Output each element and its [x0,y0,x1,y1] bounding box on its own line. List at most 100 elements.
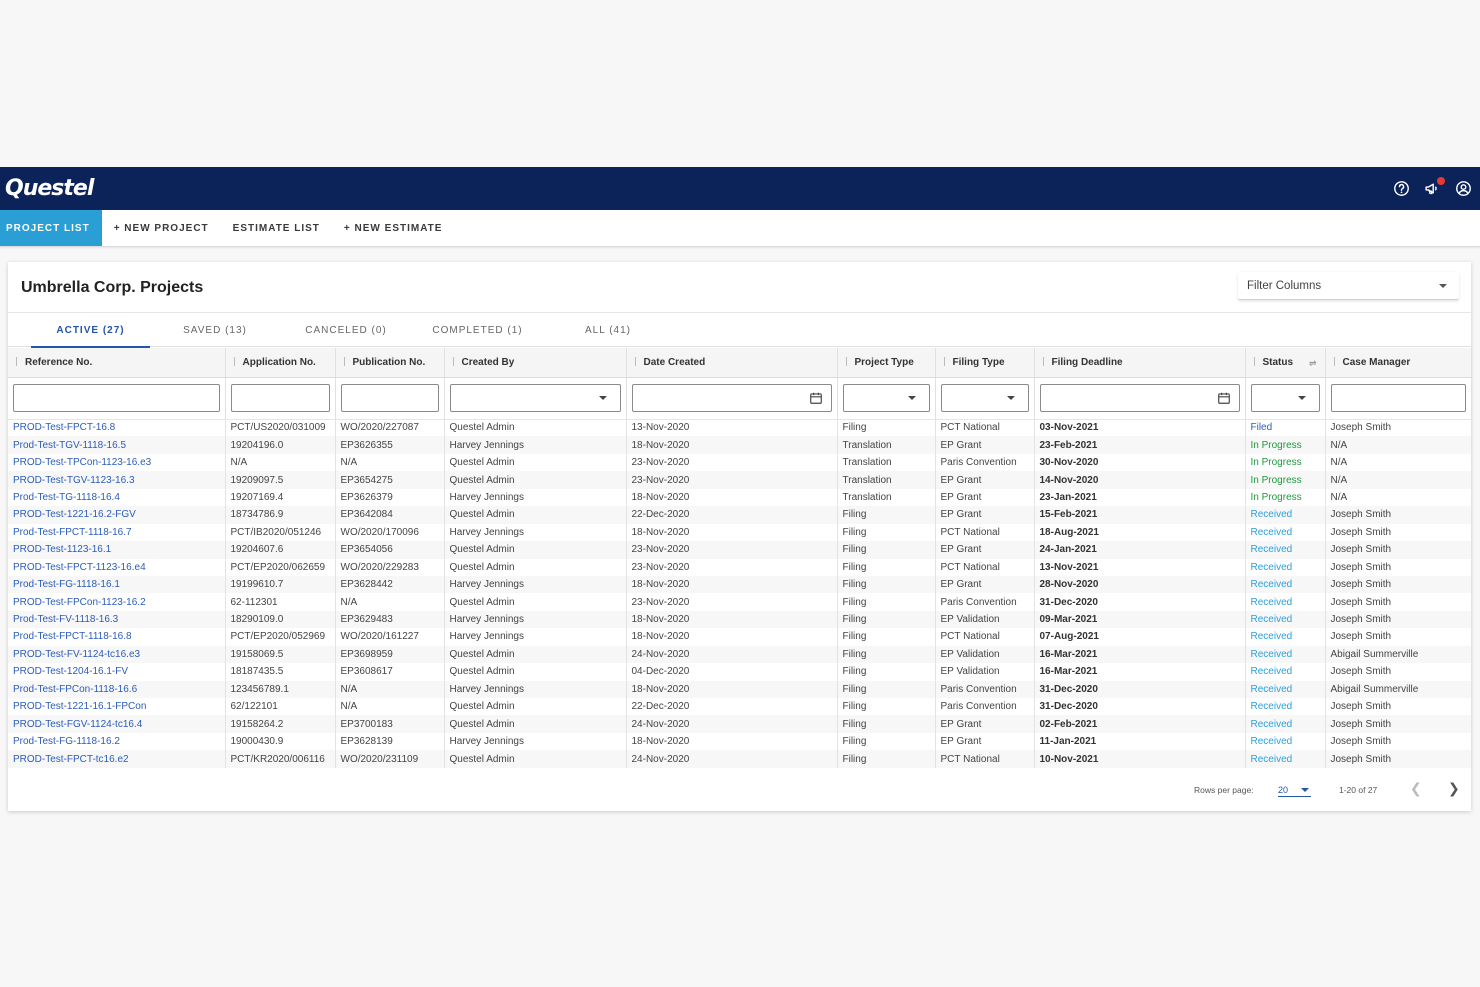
cell-reference-no[interactable]: PROD-Test-1123-16.1 [8,541,226,559]
cell-reference-no[interactable]: Prod-Test-FG-1118-16.1 [8,575,226,594]
table-row[interactable]: Prod-Test-FG-1118-16.1 19199610.7 EP362844… [8,575,1472,594]
questel-logo[interactable]: Questel [0,176,94,201]
table-row[interactable]: PROD-Test-1204-16.1-FV 18187435.5 EP360861… [8,663,1472,681]
filter-application-no-input[interactable] [230,384,330,412]
table-row[interactable]: PROD-Test-1221-16.1-FPCon 62/122101 N/A Que… [8,698,1472,716]
cell-filing-deadline: 02-Feb-2021 [1034,715,1246,733]
table-row[interactable]: Prod-Test-FV-1118-16.3 18290109.0 EP362948… [8,610,1472,629]
cell-application-no: PCT/EP2020/062659 [225,558,336,576]
cell-reference-no[interactable]: Prod-Test-FG-1118-16.2 [8,732,226,751]
megaphone-icon[interactable] [1424,177,1445,197]
col-header-application-no[interactable]: Application No. [225,348,336,378]
tab-active[interactable]: Active (27) [31,314,150,348]
filter-publication-no-input[interactable] [340,384,439,412]
table-row[interactable]: PROD-Test-1123-16.1 19204607.6 EP3654056 Qu… [8,541,1472,559]
calendar-icon[interactable] [1217,391,1231,405]
nav-new-estimate[interactable]: + New Estimate [332,210,455,246]
tab-saved[interactable]: Saved (13) [165,314,265,347]
calendar-icon[interactable] [809,391,823,405]
cell-reference-no[interactable]: PROD-Test-FPCT-tc16.e2 [8,750,226,768]
table-row[interactable]: Prod-Test-FG-1118-16.2 19000430.9 EP362813… [8,732,1472,751]
tab-canceled[interactable]: Canceled (0) [287,314,405,347]
filter-columns-label: Filter Columns [1247,279,1322,292]
cell-created-by: Harvey Jennings [444,628,627,646]
filter-date-created-picker[interactable] [631,384,832,412]
cell-reference-no[interactable]: PROD-Test-FPCT-1123-16.e4 [8,558,226,576]
col-header-project-type[interactable]: Project Type [837,348,936,378]
nav-new-project[interactable]: + New Project [102,210,221,246]
table-row[interactable]: Prod-Test-FPCT-1118-16.8 PCT/EP2020/05296… [8,628,1472,646]
tab-all[interactable]: All (41) [568,314,648,347]
table-row[interactable]: PROD-Test-FPCon-1123-16.2 62-112301 N/A Que… [8,593,1472,611]
filter-created-by-select[interactable] [449,384,621,412]
cell-filing-deadline: 03-Nov-2021 [1034,419,1246,437]
cell-project-type: Filing [837,698,936,716]
cell-reference-no[interactable]: PROD-Test-1221-16.1-FPCon [8,698,226,716]
table-row[interactable]: PROD-Test-TGV-1123-16.3 19209097.5 EP36542… [8,471,1472,489]
rows-per-page-select[interactable]: 20 [1278,781,1311,797]
cell-case-manager: N/A [1325,471,1472,489]
table-row[interactable]: Prod-Test-FPCon-1118-16.6 123456789.1 N/A H… [8,680,1472,698]
table-row[interactable]: Prod-Test-FPCT-1118-16.7 PCT/IB2020/05124… [8,523,1472,542]
table-row[interactable]: PROD-Test-FV-1124-tc16.e3 19158069.5 EP369… [8,645,1472,664]
chevron-right-icon[interactable]: ❯ [1448,780,1460,797]
col-header-date-created[interactable]: Date Created [626,348,838,378]
cell-case-manager: Joseph Smith [1325,610,1472,629]
cell-reference-no[interactable]: PROD-Test-FPCT-16.8 [8,419,226,437]
col-header-case-manager[interactable]: Case Manager [1325,348,1472,378]
table-row[interactable]: PROD-Test-FGV-1124-tc16.4 19158264.2 EP370… [8,715,1472,733]
cell-reference-no[interactable]: PROD-Test-TPCon-1123-16.e3 [8,453,226,472]
sort-icon[interactable]: ⇌ [1309,358,1317,369]
chevron-left-icon[interactable]: ❮ [1410,780,1422,797]
nav-estimate-list[interactable]: Estimate List [221,210,332,246]
cell-reference-no[interactable]: Prod-Test-FV-1118-16.3 [8,610,226,629]
cell-reference-no[interactable]: PROD-Test-TGV-1123-16.3 [8,471,226,489]
cell-reference-no[interactable]: PROD-Test-1221-16.2-FGV [8,506,226,524]
cell-reference-no[interactable]: Prod-Test-TGV-1118-16.5 [8,436,226,454]
account-circle-icon[interactable] [1455,180,1472,197]
cell-publication-no: N/A [335,453,445,472]
col-header-status[interactable]: Status ⇌ [1245,348,1326,378]
notification-badge [1437,177,1445,185]
filter-project-type-select[interactable] [842,384,930,412]
cell-date-created: 18-Nov-2020 [626,680,838,698]
table-row[interactable]: PROD-Test-FPCT-16.8 PCT/US2020/031009 WO/2… [8,419,1472,437]
cell-reference-no[interactable]: PROD-Test-FPCon-1123-16.2 [8,593,226,611]
cell-filing-type: Paris Convention [935,680,1035,698]
col-header-created-by[interactable]: Created By [444,348,627,378]
cell-reference-no[interactable]: PROD-Test-FV-1124-tc16.e3 [8,645,226,664]
cell-case-manager: Joseph Smith [1325,541,1472,559]
nav-project-list[interactable]: Project List [0,210,102,246]
cell-reference-no[interactable]: Prod-Test-FPCT-1118-16.7 [8,523,226,542]
table-row[interactable]: Prod-Test-TG-1118-16.4 19207169.4 EP362637… [8,488,1472,507]
cell-filing-type: PCT National [935,750,1035,768]
col-header-filing-deadline[interactable]: Filing Deadline [1034,348,1246,378]
cell-reference-no[interactable]: PROD-Test-1204-16.1-FV [8,663,226,681]
help-circle-icon[interactable] [1393,180,1410,197]
filter-filing-deadline-picker[interactable] [1039,384,1240,412]
table-row[interactable]: PROD-Test-TPCon-1123-16.e3 N/A N/A Questel … [8,453,1472,472]
cell-application-no: 19199610.7 [225,575,336,594]
top-actions [1393,167,1472,210]
cell-reference-no[interactable]: Prod-Test-TG-1118-16.4 [8,488,226,507]
tab-completed[interactable]: Completed (1) [420,314,535,347]
filter-columns-select[interactable]: Filter Columns [1238,272,1459,300]
filter-case-manager-input[interactable] [1330,384,1466,412]
table-row[interactable]: PROD-Test-FPCT-tc16.e2 PCT/KR2020/006116 W… [8,750,1472,768]
cell-reference-no[interactable]: Prod-Test-FPCon-1118-16.6 [8,680,226,698]
cell-reference-no[interactable]: PROD-Test-FGV-1124-tc16.4 [8,715,226,733]
filter-reference-no-input[interactable] [13,384,220,412]
table-row[interactable]: PROD-Test-1221-16.2-FGV 18734786.9 EP36420… [8,506,1472,524]
col-header-filing-type[interactable]: Filing Type [935,348,1035,378]
col-header-reference-no[interactable]: Reference No. [8,348,226,378]
cell-project-type: Filing [837,523,936,542]
cell-project-type: Filing [837,680,936,698]
table-row[interactable]: Prod-Test-TGV-1118-16.5 19204196.0 EP36263… [8,436,1472,454]
filter-filing-type-select[interactable] [940,384,1029,412]
table-row[interactable]: PROD-Test-FPCT-1123-16.e4 PCT/EP2020/0626… [8,558,1472,576]
cell-status: Received [1245,732,1326,751]
col-header-publication-no[interactable]: Publication No. [335,348,445,378]
cell-reference-no[interactable]: Prod-Test-FPCT-1118-16.8 [8,628,226,646]
filter-status-select[interactable] [1250,384,1320,412]
divider [8,312,1471,313]
